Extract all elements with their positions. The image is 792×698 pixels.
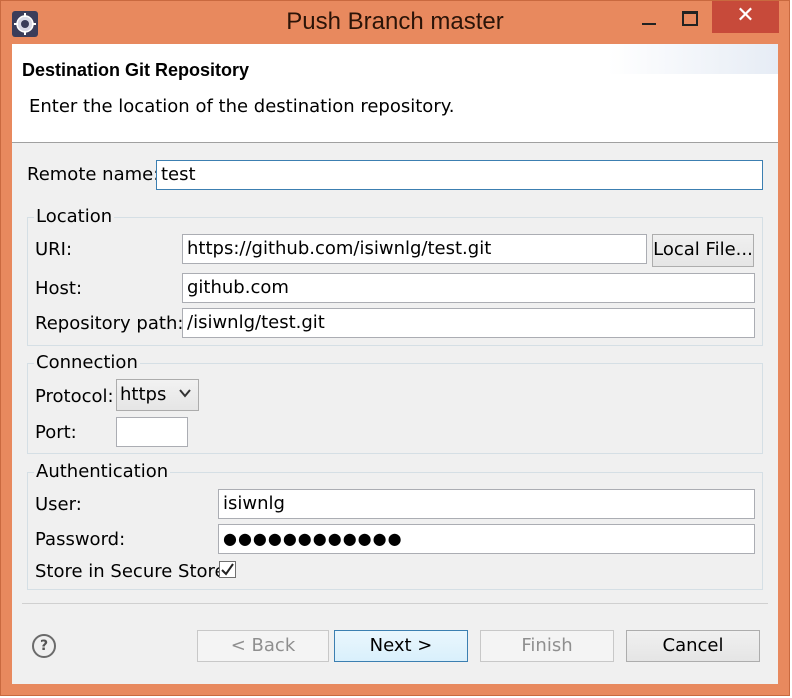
page-description: Enter the location of the destination re… <box>29 96 455 117</box>
remote-name-input[interactable]: test <box>156 160 763 190</box>
maximize-icon[interactable] <box>669 1 709 33</box>
repository-path-input[interactable]: /isiwnlg/test.git <box>182 308 755 338</box>
user-label: User: <box>35 494 82 515</box>
host-input[interactable]: github.com <box>182 273 755 303</box>
dialog-window: Push Branch master ✕ Destination Git Rep… <box>0 0 790 696</box>
connection-group-label: Connection <box>34 352 140 373</box>
chevron-down-icon <box>179 389 191 398</box>
uri-label: URI: <box>35 239 73 260</box>
protocol-value: https <box>120 384 167 405</box>
repository-path-label: Repository path: <box>35 313 184 334</box>
protocol-select[interactable]: https <box>116 379 199 411</box>
remote-name-label: Remote name: <box>27 164 160 185</box>
page-title: Destination Git Repository <box>22 60 250 80</box>
button-bar-separator <box>22 603 768 604</box>
location-group-label: Location <box>34 206 115 227</box>
user-input[interactable]: isiwnlg <box>218 489 755 519</box>
port-input[interactable] <box>116 417 188 447</box>
password-input[interactable]: ●●●●●●●●●●●● <box>218 524 755 554</box>
protocol-label: Protocol: <box>35 386 114 407</box>
help-icon[interactable]: ? <box>32 634 56 658</box>
wizard-header: Destination Git Repository Enter the loc… <box>12 44 778 143</box>
secure-store-label: Store in Secure Store <box>35 561 226 582</box>
local-file-button[interactable]: Local File... <box>652 234 754 267</box>
back-button[interactable]: < Back <box>197 630 329 662</box>
dialog-content: Destination Git Repository Enter the loc… <box>12 44 778 684</box>
minimize-icon[interactable] <box>628 1 668 33</box>
authentication-group-label: Authentication <box>34 461 171 482</box>
cancel-button[interactable]: Cancel <box>626 630 760 662</box>
uri-input[interactable]: https://github.com/isiwnlg/test.git <box>182 234 647 264</box>
password-label: Password: <box>35 529 126 550</box>
close-icon: ✕ <box>736 3 755 28</box>
host-label: Host: <box>35 278 83 299</box>
secure-store-checkbox[interactable] <box>219 561 236 578</box>
finish-button[interactable]: Finish <box>480 630 614 662</box>
close-button[interactable]: ✕ <box>712 1 779 33</box>
port-label: Port: <box>35 422 77 443</box>
header-decoration <box>608 44 778 74</box>
title-bar[interactable]: Push Branch master ✕ <box>1 1 789 43</box>
checkmark-icon <box>221 563 234 576</box>
next-button[interactable]: Next > <box>334 630 468 662</box>
